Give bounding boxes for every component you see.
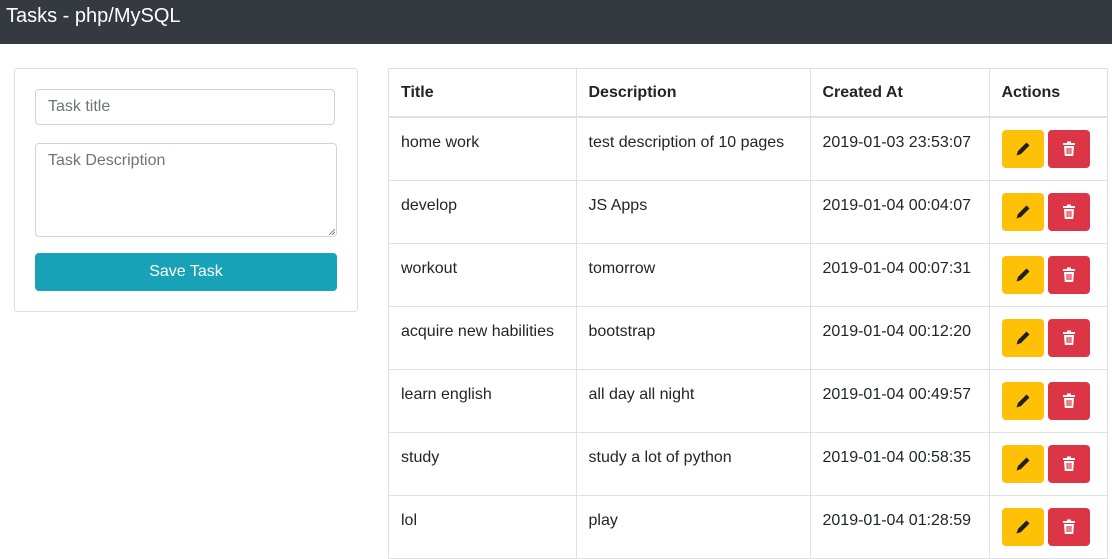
task-description-cell: test description of 10 pages: [576, 117, 811, 181]
delete-task-button[interactable]: [1047, 192, 1090, 231]
task-created-at-cell: 2019-01-04 00:04:07: [810, 180, 990, 244]
save-task-button[interactable]: Save Task: [35, 253, 337, 291]
table-row: workout tomorrow 2019-01-04 00:07:31: [389, 243, 1107, 307]
task-actions-cell: [989, 117, 1107, 181]
edit-task-button[interactable]: [1001, 318, 1044, 357]
task-title-input[interactable]: [35, 89, 335, 125]
task-description-cell: all day all night: [576, 369, 811, 433]
task-created-at-cell: 2019-01-04 00:12:20: [810, 306, 990, 370]
task-description-cell: tomorrow: [576, 243, 811, 307]
edit-task-button[interactable]: [1001, 507, 1044, 546]
task-description-cell: play: [576, 495, 811, 559]
column-header-description: Description: [576, 69, 811, 118]
table-header-row: Title Description Created At Actions: [389, 69, 1107, 118]
navbar: Tasks - php/MySQL: [0, 0, 1112, 44]
task-title-cell: home work: [389, 117, 577, 181]
table-row: develop JS Apps 2019-01-04 00:04:07: [389, 180, 1107, 244]
column-header-created-at: Created At: [810, 69, 990, 118]
delete-task-button[interactable]: [1047, 381, 1090, 420]
task-description-textarea[interactable]: [35, 143, 337, 237]
table-row: study study a lot of python 2019-01-04 00:…: [389, 432, 1107, 496]
delete-task-button[interactable]: [1047, 318, 1090, 357]
edit-task-button[interactable]: [1001, 444, 1044, 483]
task-title-cell: develop: [389, 180, 577, 244]
table-row: lol play 2019-01-04 01:28:59: [389, 495, 1107, 559]
column-header-title: Title: [389, 69, 577, 118]
task-title-cell: learn english: [389, 369, 577, 433]
task-actions-cell: [989, 495, 1107, 559]
tasks-table-container: Title Description Created At Actions hom…: [388, 68, 1108, 559]
table-row: acquire new habilities bootstrap 2019-01-0…: [389, 306, 1107, 370]
table-row: learn english all day all night 2019-01-04…: [389, 369, 1107, 433]
edit-task-button[interactable]: [1001, 381, 1044, 420]
task-description-cell: bootstrap: [576, 306, 811, 370]
task-title-cell: workout: [389, 243, 577, 307]
edit-task-button[interactable]: [1001, 130, 1044, 168]
task-actions-cell: [989, 369, 1107, 433]
task-description-cell: JS Apps: [576, 180, 811, 244]
task-created-at-cell: 2019-01-04 00:49:57: [810, 369, 990, 433]
task-actions-cell: [989, 243, 1107, 307]
task-form-card: Save Task: [14, 68, 358, 312]
column-header-actions: Actions: [989, 69, 1107, 118]
delete-task-button[interactable]: [1047, 507, 1090, 546]
navbar-brand[interactable]: Tasks - php/MySQL: [6, 4, 181, 28]
task-actions-cell: [989, 432, 1107, 496]
edit-task-button[interactable]: [1001, 192, 1044, 231]
edit-task-button[interactable]: [1001, 255, 1044, 294]
task-created-at-cell: 2019-01-04 00:07:31: [810, 243, 990, 307]
delete-task-button[interactable]: [1047, 255, 1090, 294]
task-created-at-cell: 2019-01-04 00:58:35: [810, 432, 990, 496]
resize-grip-icon[interactable]: [329, 229, 335, 235]
table-row: home work test description of 10 pages 201…: [389, 117, 1107, 181]
task-actions-cell: [989, 306, 1107, 370]
task-description-cell: study a lot of python: [576, 432, 811, 496]
task-title-cell: study: [389, 432, 577, 496]
task-created-at-cell: 2019-01-04 01:28:59: [810, 495, 990, 559]
task-title-cell: acquire new habilities: [389, 306, 577, 370]
task-title-cell: lol: [389, 495, 577, 559]
delete-task-button[interactable]: [1047, 444, 1090, 483]
tasks-table: Title Description Created At Actions hom…: [389, 69, 1107, 559]
task-created-at-cell: 2019-01-03 23:53:07: [810, 117, 990, 181]
task-actions-cell: [989, 180, 1107, 244]
delete-task-button[interactable]: [1047, 130, 1090, 168]
